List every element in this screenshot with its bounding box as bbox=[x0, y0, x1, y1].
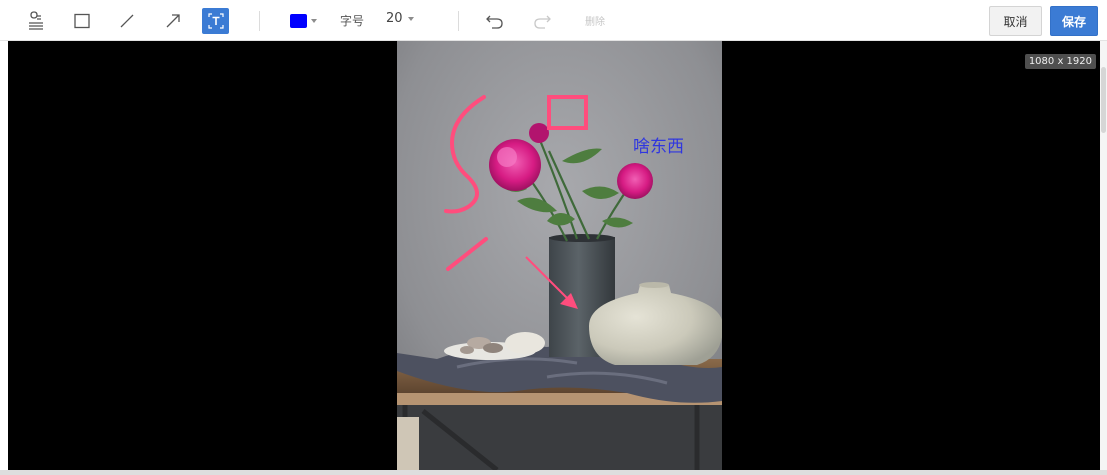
tool-brush[interactable] bbox=[23, 8, 49, 34]
color-picker[interactable] bbox=[288, 8, 318, 34]
toolbar-divider bbox=[259, 11, 260, 31]
undo-button[interactable] bbox=[484, 8, 506, 34]
rectangle-icon bbox=[74, 13, 90, 29]
image-dimensions-badge: 1080 x 1920 bbox=[1024, 54, 1096, 69]
chevron-down-icon bbox=[407, 16, 414, 21]
vertical-scrollbar[interactable] bbox=[1100, 41, 1107, 475]
brush-icon bbox=[29, 11, 43, 30]
scrollbar-thumb[interactable] bbox=[1101, 67, 1106, 133]
annotation-text[interactable]: 啥东西 bbox=[633, 132, 684, 157]
tool-line[interactable] bbox=[116, 8, 138, 34]
arrow-shape[interactable] bbox=[525, 256, 578, 309]
undo-icon bbox=[486, 15, 503, 29]
font-size-value: 20 bbox=[386, 11, 403, 26]
tool-arrow[interactable] bbox=[162, 8, 184, 34]
editor-toolbar: 字号 20 删除 取消 保存 bbox=[0, 0, 1107, 41]
text-tool-icon bbox=[207, 13, 224, 29]
line-icon bbox=[120, 14, 134, 28]
arrow-icon bbox=[166, 14, 180, 28]
font-size-select[interactable]: 20 bbox=[386, 11, 414, 26]
annotation-layer bbox=[444, 95, 588, 309]
rectangle-shape[interactable] bbox=[547, 95, 588, 130]
delete-button[interactable]: 删除 bbox=[585, 13, 605, 28]
font-size-label: 字号 bbox=[340, 14, 365, 28]
save-button[interactable]: 保存 bbox=[1050, 6, 1098, 36]
freehand-stroke[interactable] bbox=[444, 95, 488, 271]
canvas-left-gutter bbox=[0, 41, 8, 470]
toolbar-divider bbox=[458, 11, 459, 31]
cancel-button[interactable]: 取消 bbox=[989, 6, 1042, 36]
horizontal-scrollbar[interactable] bbox=[0, 470, 1107, 475]
image-canvas[interactable]: 啥东西 1080 x 1920 bbox=[8, 41, 1100, 470]
tool-text[interactable] bbox=[202, 8, 229, 34]
tool-rectangle[interactable] bbox=[71, 8, 93, 34]
redo-button[interactable] bbox=[531, 8, 553, 34]
color-swatch bbox=[289, 14, 307, 28]
chevron-down-icon bbox=[310, 19, 317, 23]
redo-icon bbox=[534, 15, 551, 29]
